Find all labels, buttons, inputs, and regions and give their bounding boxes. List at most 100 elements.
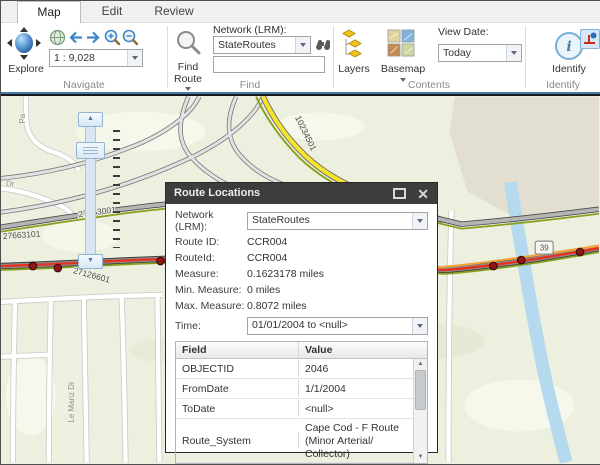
close-icon[interactable]: ✕ (417, 184, 429, 204)
route-search-input[interactable] (213, 56, 325, 73)
field-label: Min. Measure: (175, 284, 247, 296)
explore-button[interactable]: Explore (3, 63, 49, 75)
zoom-slider[interactable]: ▲ ▼ (75, 110, 123, 272)
field-row-min-measure: Min. Measure: 0 miles (175, 282, 428, 298)
forward-arrow-icon[interactable] (85, 29, 102, 46)
zoom-out-icon[interactable] (121, 28, 139, 46)
time-value: 01/01/2004 to <null> (248, 318, 412, 334)
tab-review[interactable]: Review (143, 1, 205, 22)
field-value: 0.8072 miles (247, 300, 307, 312)
time-combobox[interactable]: 01/01/2004 to <null> (247, 317, 428, 335)
field-label: Max. Measure: (175, 300, 247, 312)
table-row[interactable]: Route_System Cape Cod - F Route (Minor A… (176, 419, 414, 463)
basemap-icon[interactable] (387, 29, 415, 57)
ribbon: Map Edit Review Explore (1, 1, 600, 94)
maximize-icon[interactable] (393, 188, 406, 199)
table-row[interactable]: FromDate 1/1/2004 (176, 379, 414, 399)
scale-combobox[interactable]: 1 : 9,028 (49, 49, 143, 67)
network-value: StateRoutes (248, 213, 412, 229)
identify-route-icon (582, 31, 598, 47)
cell-field: Route_System (176, 432, 299, 449)
cell-value: <null> (299, 400, 414, 417)
cell-value: 2046 (299, 360, 414, 377)
cell-field: OBJECTID (176, 360, 299, 377)
dialog-title: Route Locations (174, 183, 260, 204)
street-label: Le Manz Dr (67, 381, 76, 423)
chevron-down-icon[interactable] (295, 37, 310, 53)
table-row[interactable]: OBJECTID 2046 (176, 359, 414, 379)
cell-field: FromDate (176, 380, 299, 397)
column-header-value: Value (299, 342, 427, 358)
field-value: CCR004 (247, 252, 287, 264)
chevron-down-icon[interactable] (412, 318, 427, 334)
scroll-up-icon[interactable]: ▲ (418, 359, 424, 369)
field-label: Measure: (175, 268, 247, 280)
network-combobox[interactable]: StateRoutes (247, 212, 428, 230)
chevron-down-icon[interactable] (412, 213, 427, 229)
identify-button[interactable]: Identify (546, 63, 592, 75)
globe-icon[interactable] (49, 29, 66, 46)
group-label-contents: Contents (333, 79, 525, 91)
layers-button[interactable]: Layers (331, 63, 377, 75)
chevron-down-icon[interactable] (506, 45, 521, 61)
back-arrow-icon[interactable] (67, 29, 84, 46)
cell-field: ToDate (176, 400, 299, 417)
network-lrm-value: StateRoutes (214, 37, 295, 53)
route-point-marker (576, 248, 584, 256)
field-label: Network (LRM): (175, 209, 247, 233)
find-route-icon[interactable] (174, 29, 202, 57)
explore-icon[interactable] (7, 27, 41, 61)
street-label: Pa (18, 113, 27, 123)
column-header-field: Field (176, 342, 299, 358)
binoculars-icon[interactable] (314, 38, 332, 52)
field-label: RouteId: (175, 252, 247, 264)
street-label: Dr (6, 179, 15, 188)
route-point-marker (157, 257, 165, 265)
view-date-combobox[interactable]: Today (438, 44, 522, 62)
field-row-measure: Measure: 0.1623178 miles (175, 266, 428, 282)
field-row-route-id: Route ID: CCR004 (175, 234, 428, 250)
scroll-thumb[interactable] (415, 370, 426, 410)
view-date-label: View Date: (438, 26, 489, 38)
network-lrm-label: Network (LRM): (213, 24, 287, 36)
table-body: OBJECTID 2046 FromDate 1/1/2004 ToDate <… (176, 359, 427, 463)
field-row-network: Network (LRM): StateRoutes (175, 212, 428, 230)
dialog-titlebar[interactable]: Route Locations ✕ (166, 183, 437, 204)
ribbon-tabstrip: Map Edit Review (1, 1, 600, 23)
route-point-marker (54, 264, 62, 272)
route-point-marker (490, 262, 498, 270)
chevron-down-icon[interactable] (127, 50, 142, 66)
route-point-marker (517, 256, 525, 264)
cell-value: Cape Cod - F Route (Minor Arterial/ Coll… (299, 419, 414, 462)
scroll-down-icon[interactable]: ▼ (418, 452, 424, 462)
attribute-table: Field Value OBJECTID 2046 FromDate 1/1/2… (175, 341, 428, 464)
identify-route-button[interactable] (580, 29, 600, 49)
view-date-value: Today (439, 45, 506, 61)
zoom-slider-handle[interactable] (76, 142, 105, 159)
cell-value: 1/1/2004 (299, 380, 414, 397)
table-row[interactable]: ToDate <null> (176, 399, 414, 419)
tab-edit[interactable]: Edit (81, 1, 143, 22)
ribbon-body: Explore 1 : 9,0 (1, 23, 600, 94)
find-route-label-1: Find (166, 61, 210, 73)
field-value: 0 miles (247, 284, 280, 296)
field-row-max-measure: Max. Measure: 0.8072 miles (175, 298, 428, 314)
network-lrm-combobox[interactable]: StateRoutes (213, 36, 311, 54)
field-label: Route ID: (175, 236, 247, 248)
basemap-button[interactable]: Basemap (378, 63, 428, 75)
route-locations-dialog: Route Locations ✕ Network (LRM): StateRo… (165, 182, 438, 453)
field-row-time: Time: 01/01/2004 to <null> (175, 317, 428, 335)
field-label: Time: (175, 320, 247, 332)
svg-text:39: 39 (540, 244, 549, 253)
zoom-in-icon[interactable] (103, 28, 121, 46)
layers-icon[interactable] (340, 29, 368, 57)
table-scrollbar[interactable]: ▲ ▼ (413, 359, 427, 463)
map-viewport[interactable]: 39 27663001 27663101 27126601 10234501 P… (1, 94, 600, 464)
tab-map[interactable]: Map (17, 1, 81, 23)
zoom-in-button[interactable]: ▲ (78, 112, 103, 127)
scale-value: 1 : 9,028 (50, 50, 127, 66)
group-label-find: Find (167, 79, 333, 91)
app-window: Map Edit Review Explore (0, 0, 600, 465)
route-point-marker (29, 262, 37, 270)
zoom-out-button[interactable]: ▼ (78, 254, 103, 269)
